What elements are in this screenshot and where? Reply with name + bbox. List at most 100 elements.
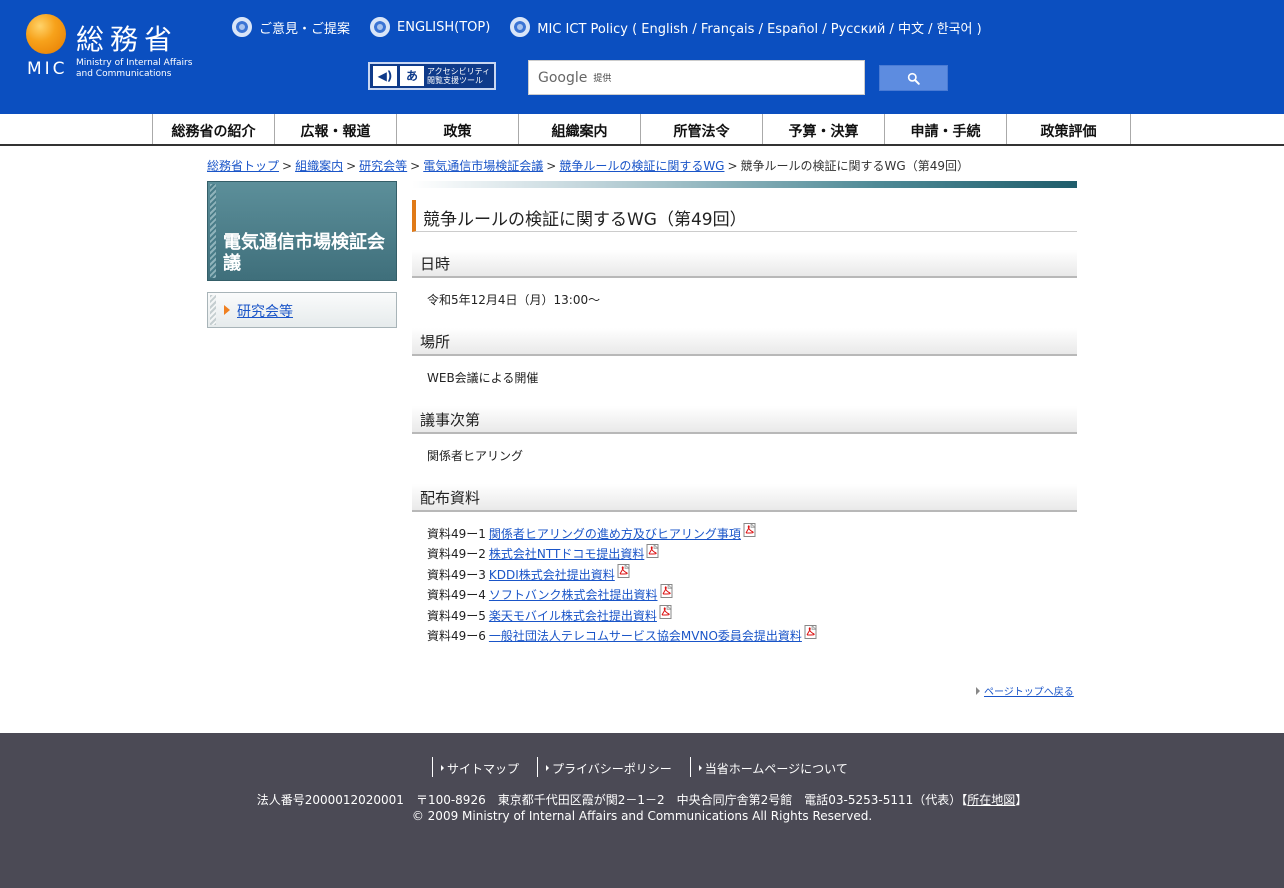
footer-links: サイトマップ プライバシーポリシー 当省ホームページについて: [432, 757, 866, 777]
list-item: 資料49ー1 関係者ヒアリングの進め方及びヒアリング事項: [427, 523, 818, 544]
search-provided-label: 提供: [593, 74, 612, 84]
english-top-link-label: ENGLISH(TOP): [397, 19, 491, 35]
accessibility-tool-label: アクセシビリティ 閲覧支援ツール: [427, 67, 490, 85]
gnav-about[interactable]: 総務省の紹介: [152, 114, 274, 144]
document-number: 資料49ー6: [427, 629, 486, 644]
radio-bullet-icon: [370, 17, 391, 37]
copyright: © 2009 Ministry of Internal Affairs and …: [411, 809, 873, 823]
footer-link-privacy[interactable]: プライバシーポリシー: [537, 757, 690, 777]
gnav-policy[interactable]: 政策: [396, 114, 518, 144]
radio-bullet-icon: [510, 17, 531, 37]
ict-policy-link-label: MIC ICT Policy ( English / Français / Es…: [537, 21, 982, 37]
gnav-evaluation[interactable]: 政策評価: [1006, 114, 1131, 144]
list-item: 資料49ー4 ソフトバンク株式会社提出資料: [427, 584, 818, 605]
pdf-icon: [617, 564, 630, 579]
mic-logo[interactable]: 総務省 MIC Ministry of Internal Affairs and…: [26, 12, 216, 82]
logo-english-line2: and Communications: [76, 69, 172, 79]
breadcrumb-separator: >: [346, 159, 357, 173]
document-number: 資料49ー1: [427, 527, 486, 541]
breadcrumb-separator: >: [546, 159, 557, 173]
side-menu-link[interactable]: 研究会等: [237, 301, 293, 321]
footer-link-sitemap[interactable]: サイトマップ: [432, 757, 537, 777]
global-nav: 総務省の紹介 広報・報道 政策 組織案内 所管法令 予算・決算 申請・手続 政策…: [0, 114, 1284, 146]
accessibility-tool-line2: 閲覧支援ツール: [427, 76, 483, 85]
breadcrumb-competition-wg[interactable]: 競争ルールの検証に関するWG: [559, 159, 724, 173]
document-number: 資料49ー3: [427, 567, 486, 582]
radio-bullet-icon: [232, 17, 252, 37]
document-number: 資料49ー4: [427, 588, 486, 603]
gnav-laws[interactable]: 所管法令: [640, 114, 762, 144]
section-body-place: WEB会議による開催: [427, 371, 539, 385]
breadcrumb-separator: >: [282, 159, 293, 173]
breadcrumb-organization[interactable]: 組織案内: [295, 159, 343, 173]
list-item: 資料49ー2 株式会社NTTドコモ提出資料: [427, 543, 818, 564]
arrow-right-icon: [546, 765, 550, 771]
footer-link-about-site[interactable]: 当省ホームページについて: [689, 757, 866, 777]
site-header: 総務省 MIC Ministry of Internal Affairs and…: [0, 0, 1284, 114]
arrow-right-icon: [698, 765, 702, 771]
site-footer: サイトマップ プライバシーポリシー 当省ホームページについて 法人番号20000…: [0, 733, 1284, 888]
document-link[interactable]: 株式会社NTTドコモ提出資料: [489, 544, 644, 564]
breadcrumb-market-council[interactable]: 電気通信市場検証会議: [423, 159, 543, 173]
document-link[interactable]: KDDI株式会社提出資料: [489, 565, 615, 585]
map-bracket-close: 】: [1015, 793, 1028, 807]
breadcrumb-current: 競争ルールの検証に関するWG（第49回）: [740, 159, 969, 173]
footer-address: 法人番号2000012020001 〒100-8926 東京都千代田区霞が関2－…: [0, 791, 1284, 808]
document-number: 資料49ー2: [427, 547, 486, 562]
arrow-right-icon: [441, 765, 444, 771]
opinion-link-label: ご意見・ご提案: [259, 21, 351, 37]
pdf-icon: [646, 543, 660, 558]
search-icon: [907, 72, 920, 85]
footer-address-text: 法人番号2000012020001 〒100-8926 東京都千代田区霞が関2－…: [256, 793, 962, 807]
hiragana-a-icon: あ: [400, 66, 424, 86]
breadcrumb: 総務省トップ > 組織案内 > 研究会等 > 電気通信市場検証会議 > 競争ルールの検証に関する…: [207, 157, 969, 174]
document-link[interactable]: 一般社団法人テレコムサービス協会MVNO委員会提出資料: [489, 626, 802, 646]
page-title: 競争ルールの検証に関するWG（第49回）: [412, 200, 1077, 232]
footer-link-label: サイトマップ: [447, 761, 520, 776]
gnav-press[interactable]: 広報・報道: [274, 114, 396, 144]
gnav-organization[interactable]: 組織案内: [518, 114, 640, 144]
gnav-budget[interactable]: 予算・決算: [762, 114, 884, 144]
section-heading-place: 場所: [412, 328, 1077, 356]
document-link[interactable]: 楽天モバイル株式会社提出資料: [489, 606, 657, 626]
side-menu-item-study-groups[interactable]: 研究会等: [207, 292, 397, 328]
logo-english-line1: Ministry of Internal Affairs: [76, 58, 193, 68]
side-title: 電気通信市場検証会議: [223, 232, 385, 274]
opinion-link[interactable]: ご意見・ご提案: [232, 17, 350, 37]
pdf-icon: [743, 523, 756, 538]
page-top-link[interactable]: ページトップへ戻る: [984, 687, 1074, 698]
section-body-datetime: 令和5年12月4日（月）13:00～: [427, 293, 601, 307]
document-link[interactable]: 関係者ヒアリングの進め方及びヒアリング事項: [489, 524, 741, 544]
breadcrumb-top[interactable]: 総務省トップ: [207, 159, 279, 173]
section-heading-agenda: 議事次第: [412, 406, 1077, 434]
accessibility-tool-line1: アクセシビリティ: [427, 67, 491, 76]
pdf-icon: [804, 625, 817, 640]
section-body-agenda: 関係者ヒアリング: [427, 449, 524, 463]
ict-policy-link[interactable]: MIC ICT Policy ( English / Français / Es…: [510, 17, 982, 37]
search-button[interactable]: [879, 65, 948, 91]
decorative-stripe: [412, 181, 1077, 188]
document-link[interactable]: ソフトバンク株式会社提出資料: [489, 585, 658, 605]
footer-link-label: 当省ホームページについて: [704, 761, 848, 776]
breadcrumb-separator: >: [727, 159, 738, 173]
logo-kanji: 総務省: [76, 23, 179, 56]
arrow-right-icon: [976, 687, 980, 695]
breadcrumb-study-groups[interactable]: 研究会等: [359, 159, 407, 173]
pdf-icon: [659, 604, 672, 619]
english-top-link[interactable]: ENGLISH(TOP): [370, 17, 490, 37]
list-item: 資料49ー5 楽天モバイル株式会社提出資料: [427, 604, 818, 626]
footer-map-link[interactable]: 所在地図: [967, 793, 1015, 807]
gnav-applications[interactable]: 申請・手続: [884, 114, 1006, 144]
google-brand: Google: [538, 69, 588, 86]
arrow-right-icon: [224, 305, 230, 315]
side-title-panel: 電気通信市場検証会議: [207, 181, 397, 281]
accessibility-tool-button[interactable]: ◀) あ アクセシビリティ 閲覧支援ツール: [368, 62, 496, 90]
section-heading-materials: 配布資料: [412, 484, 1077, 512]
list-item: 資料49ー6 一般社団法人テレコムサービス協会MVNO委員会提出資料: [427, 625, 818, 646]
list-item: 資料49ー3 KDDI株式会社提出資料: [427, 564, 818, 585]
breadcrumb-separator: >: [410, 159, 421, 173]
document-number: 資料49ー5: [427, 608, 486, 623]
logo-english: Ministry of Internal Affairs and Communi…: [76, 58, 192, 80]
speaker-icon: ◀): [373, 66, 397, 86]
search-input[interactable]: Google 提供: [528, 60, 865, 95]
